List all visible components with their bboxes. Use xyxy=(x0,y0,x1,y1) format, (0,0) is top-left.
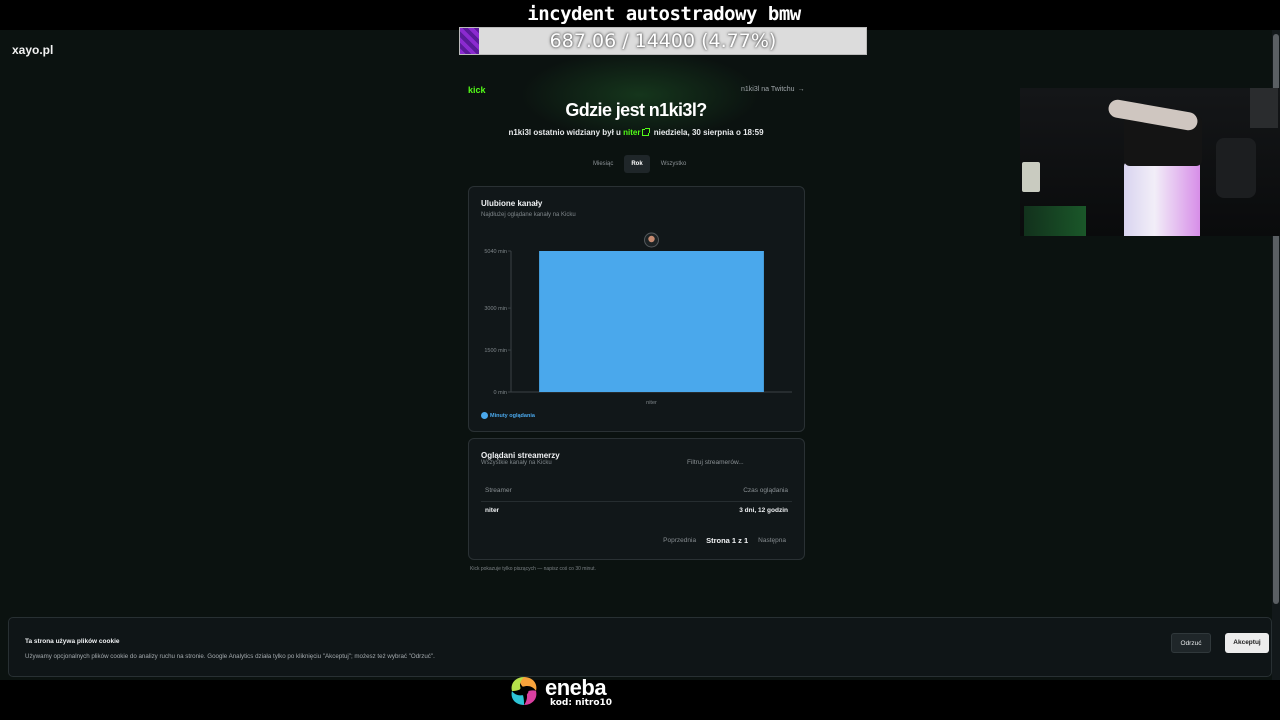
accept-cookies-button[interactable]: Akceptuj xyxy=(1225,633,1269,653)
cookie-banner: Ta strona używa plików cookie Używamy op… xyxy=(8,617,1272,677)
y-tick-label: 1500 min xyxy=(484,348,507,354)
column-streamer[interactable]: Streamer xyxy=(485,487,512,494)
reject-cookies-button[interactable]: Odrzuć xyxy=(1171,633,1211,653)
card-subtitle: Najdłużej oglądane kanały na Kicku xyxy=(481,212,576,218)
bar-niter xyxy=(539,251,764,392)
webcam-overlay xyxy=(1020,88,1280,236)
tab-all[interactable]: Wszystko xyxy=(654,155,694,173)
platform-label[interactable]: kick xyxy=(468,85,486,95)
watch-time-chart: 0 min 1500 min 3000 min 5040 min niter xyxy=(484,232,792,406)
tab-year[interactable]: Rok xyxy=(624,155,650,173)
webcam-background xyxy=(1250,88,1278,128)
y-tick-label: 5040 min xyxy=(484,249,507,255)
streamer-filter-input[interactable]: Filtruj streamerów... xyxy=(683,456,793,470)
sponsor-code: kod: nitro10 xyxy=(550,698,613,708)
legend-label: Minuty oglądania xyxy=(490,412,535,419)
page-indicator: Strona 1 z 1 xyxy=(706,536,749,545)
favorite-channels-card: Ulubione kanały Najdłużej oglądane kanał… xyxy=(468,186,805,432)
watched-streamers-card: Oglądani streamerzy Wszystkie kanały na … xyxy=(468,438,805,560)
pagination: Poprzednia Strona 1 z 1 Następna xyxy=(663,536,786,545)
page-title: Gdzie jest n1ki3l? xyxy=(565,100,707,120)
previous-page-button[interactable]: Poprzednia xyxy=(663,537,696,544)
webcam-chair xyxy=(1216,138,1256,198)
footnote: Kick pokazuje tylko piszących — napisz c… xyxy=(470,566,596,572)
y-tick-label: 3000 min xyxy=(484,306,507,312)
site-logo[interactable]: xayo.pl xyxy=(12,43,53,57)
goal-progress-bar: 687.06 / 14400 (4.77%) xyxy=(459,27,867,55)
card-title: Oglądani streamerzy xyxy=(481,451,560,460)
card-title: Ulubione kanały xyxy=(481,199,543,208)
row-streamer[interactable]: niter xyxy=(485,507,499,514)
eneba-logo-icon xyxy=(511,677,537,705)
chart-legend[interactable]: Minuty oglądania xyxy=(481,412,535,419)
header-glow xyxy=(520,50,760,140)
twitch-link-label: n1ki3l na Twitchu xyxy=(741,86,795,93)
last-seen-info: n1ki3l ostatnio widziany był u niter nie… xyxy=(430,128,842,137)
webcam-cup xyxy=(1022,162,1040,192)
last-seen-prefix: n1ki3l ostatnio widziany był u xyxy=(508,128,621,137)
last-seen-date: niedziela, 30 sierpnia o 18:59 xyxy=(653,128,764,137)
external-link-icon[interactable] xyxy=(642,128,651,136)
webcam-keyboard xyxy=(1024,206,1086,236)
legend-swatch xyxy=(481,412,488,419)
y-tick-label: 0 min xyxy=(494,390,507,396)
last-seen-channel-link[interactable]: niter xyxy=(623,128,640,137)
tab-month[interactable]: Miesiąc xyxy=(586,155,620,173)
stream-overlay-bottom xyxy=(0,680,1280,720)
channel-avatar-face xyxy=(648,235,655,243)
card-subtitle: Wszystkie kanały na Kicku xyxy=(481,460,552,466)
cookie-title: Ta strona używa plików cookie xyxy=(25,638,120,645)
x-tick-label: niter xyxy=(646,400,657,406)
twitch-link[interactable]: n1ki3l na Twitchu → xyxy=(741,86,805,93)
column-watch-time[interactable]: Czas oglądania xyxy=(743,487,788,494)
cookie-text: Używamy opcjonalnych plików cookie do an… xyxy=(25,653,435,660)
goal-progress-text: 687.06 / 14400 (4.77%) xyxy=(549,30,777,52)
table-row[interactable]: niter 3 dni, 12 godzin xyxy=(481,503,792,521)
period-tabs: Miesiąc Rok Wszystko xyxy=(586,155,693,173)
row-watch-time: 3 dni, 12 godzin xyxy=(739,507,788,514)
stream-title: incydent autostradowy bmw xyxy=(527,3,801,25)
webcam-person-legs xyxy=(1124,162,1200,236)
table-header: Streamer Czas oglądania xyxy=(481,486,792,502)
next-page-button[interactable]: Następna xyxy=(758,537,786,544)
arrow-right-icon: → xyxy=(797,86,805,93)
